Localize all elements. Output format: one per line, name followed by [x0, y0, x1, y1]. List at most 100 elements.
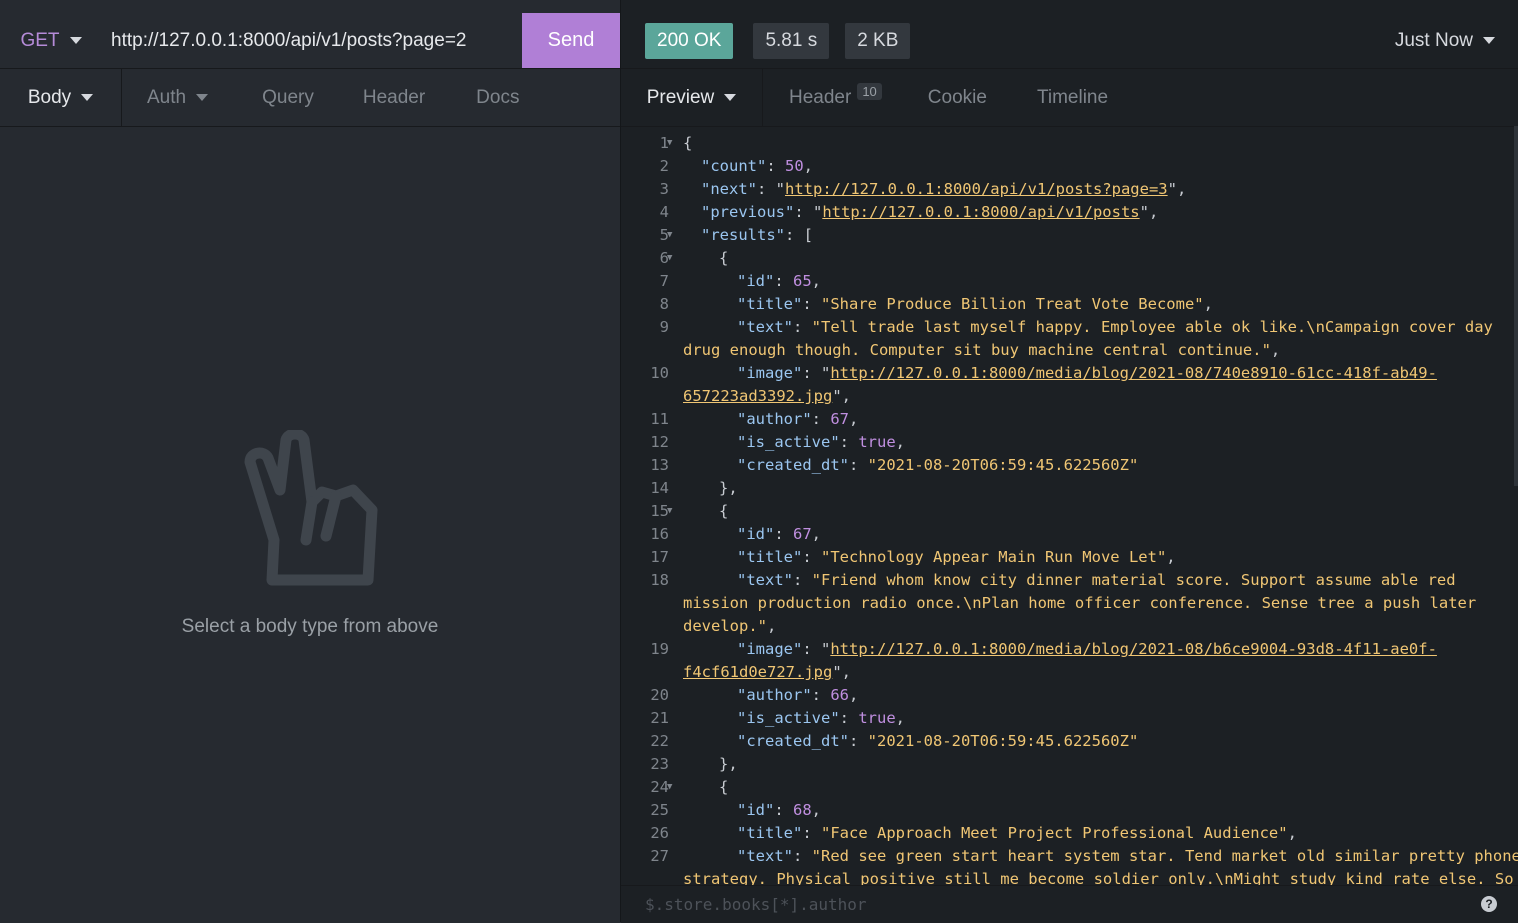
response-tabs: Preview Header 10 Cookie Timeline — [621, 69, 1518, 127]
url-link[interactable]: http://127.0.0.1:8000/media/blog/2021-08… — [830, 364, 1437, 382]
line-number: 7 — [659, 272, 669, 290]
response-status-bar: 200 OK 5.81 s 2 KB Just Now — [621, 13, 1518, 69]
code-token: 68 — [793, 801, 812, 819]
code-token: , — [1287, 824, 1297, 842]
fold-toggle-icon[interactable]: ▼ — [667, 138, 672, 148]
tab-auth[interactable]: Auth — [147, 87, 209, 109]
code-token: , — [849, 410, 859, 428]
filter-input[interactable]: $.store.books[*].author — [645, 895, 867, 914]
tab-preview[interactable]: Preview — [621, 69, 763, 126]
code-token: 65 — [793, 272, 812, 290]
status-badge: 200 OK — [645, 22, 734, 59]
code-token: "Friend whom know city dinner material s… — [811, 571, 1456, 589]
response-size-badge: 2 KB — [845, 22, 911, 59]
tab-docs[interactable]: Docs — [476, 87, 519, 109]
code-token: "created_dt" — [737, 456, 849, 474]
line-number: 3 — [659, 180, 669, 198]
tab-timeline-label: Timeline — [1036, 86, 1109, 108]
filter-bar: $.store.books[*].author ? — [621, 885, 1518, 923]
chevron-down-icon — [81, 94, 94, 101]
code-line: "created_dt": "2021-08-20T06:59:45.62256… — [683, 456, 1518, 474]
help-icon[interactable]: ? — [1481, 896, 1497, 912]
fold-toggle-icon[interactable]: ▼ — [667, 230, 672, 240]
tab-query[interactable]: Query — [262, 87, 314, 109]
line-number: 6 — [659, 249, 669, 267]
code-line: }, — [683, 479, 1518, 497]
code-line: "is_active": true, — [683, 433, 1518, 451]
code-line: strategy. Physical positive still me bec… — [683, 870, 1514, 886]
tab-body[interactable]: Body — [0, 69, 122, 126]
code-token: "Tell trade last myself happy. Employee … — [811, 318, 1493, 336]
line-number: 16 — [650, 525, 669, 543]
code-token: : " — [802, 640, 831, 658]
code-line: "title": "Technology Appear Main Run Mov… — [683, 548, 1518, 566]
code-line: "image": "http://127.0.0.1:8000/media/bl… — [683, 364, 1518, 382]
line-number: 12 — [650, 433, 669, 451]
method-dropdown[interactable]: GET — [0, 13, 102, 68]
code-token: 66 — [830, 686, 849, 704]
code-token: : — [811, 410, 831, 428]
url-link[interactable]: 657223ad3392.jpg — [683, 387, 832, 405]
line-number: 1 — [659, 134, 669, 152]
scrollbar[interactable] — [1514, 126, 1518, 486]
tab-cookie[interactable]: Cookie — [928, 87, 987, 109]
code-line: 657223ad3392.jpg", — [683, 387, 1503, 405]
code-token: "2021-08-20T06:59:45.622560Z" — [867, 732, 1139, 750]
code-token: : — [774, 272, 793, 290]
url-link[interactable]: f4cf61d0e727.jpg — [683, 663, 832, 681]
line-number: 26 — [650, 824, 669, 842]
code-line: { — [683, 502, 1518, 520]
code-token: { — [719, 249, 729, 267]
send-button[interactable]: Send — [522, 13, 620, 68]
code-token: true — [858, 433, 896, 451]
code-line: "id": 68, — [683, 801, 1518, 819]
tab-header[interactable]: Header — [363, 87, 425, 109]
code-token: : — [802, 295, 821, 313]
code-line: "created_dt": "2021-08-20T06:59:45.62256… — [683, 732, 1518, 750]
code-token: , — [811, 801, 822, 819]
code-line: "id": 65, — [683, 272, 1518, 290]
code-token: "image" — [737, 640, 803, 658]
code-token: , — [811, 525, 822, 543]
fold-toggle-icon[interactable]: ▼ — [667, 782, 672, 792]
code-token: "is_active" — [737, 709, 840, 727]
code-line: "results": [ — [683, 226, 1518, 244]
code-line: "count": 50, — [683, 157, 1518, 175]
url-link[interactable]: http://127.0.0.1:8000/media/blog/2021-08… — [830, 640, 1437, 658]
url-link[interactable]: http://127.0.0.1:8000/api/v1/posts?page=… — [785, 180, 1168, 198]
code-token: , — [811, 272, 822, 290]
chevron-down-icon — [69, 37, 82, 44]
code-token: "results" — [701, 226, 785, 244]
code-token: "title" — [737, 548, 803, 566]
tab-preview-label: Preview — [646, 86, 715, 108]
code-token: develop." — [683, 617, 767, 635]
peace-hand-icon — [244, 430, 378, 586]
line-number: 20 — [650, 686, 669, 704]
code-token: "id" — [737, 801, 775, 819]
url-input[interactable]: http://127.0.0.1:8000/api/v1/posts?page=… — [102, 30, 522, 52]
code-token: "author" — [737, 410, 812, 428]
tab-header-label: Header — [362, 86, 426, 108]
code-line: "id": 67, — [683, 525, 1518, 543]
code-token: "Technology Appear Main Run Move Let" — [821, 548, 1167, 566]
code-line: "is_active": true, — [683, 709, 1518, 727]
code-token: strategy. Physical positive still me bec… — [683, 870, 1514, 886]
code-token: ", — [832, 387, 851, 405]
code-line: { — [683, 134, 1503, 152]
code-token: : [ — [785, 226, 813, 244]
line-number: 9 — [659, 318, 669, 336]
url-link[interactable]: http://127.0.0.1:8000/api/v1/posts — [822, 203, 1139, 221]
code-line: f4cf61d0e727.jpg", — [683, 663, 1503, 681]
fold-toggle-icon[interactable]: ▼ — [667, 506, 672, 516]
history-dropdown[interactable]: Just Now — [1395, 13, 1495, 68]
response-body-viewer[interactable]: 1 ▼{2 "count": 50, 3 "next": "http://127.0.0… — [621, 134, 1518, 886]
code-token: "id" — [737, 525, 775, 543]
tab-timeline[interactable]: Timeline — [1037, 87, 1108, 109]
code-token: : — [774, 801, 793, 819]
code-token: }, — [719, 755, 738, 773]
line-number: 4 — [659, 203, 669, 221]
code-token: }, — [719, 479, 738, 497]
tab-response-header[interactable]: Header 10 — [789, 83, 882, 109]
code-line: "author": 66, — [683, 686, 1518, 704]
fold-toggle-icon[interactable]: ▼ — [667, 253, 672, 263]
